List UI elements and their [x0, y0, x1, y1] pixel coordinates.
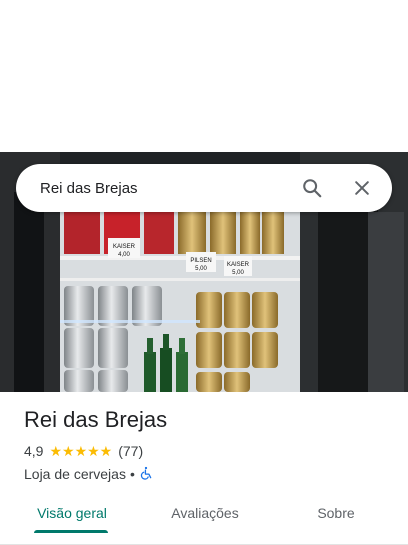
place-title: Rei das Brejas: [24, 407, 168, 432]
rating-value: 4,9: [24, 443, 44, 459]
price-tag-text: 5,00: [232, 270, 244, 276]
price-tag-text: 4,00: [118, 252, 130, 258]
separator-dot: •: [129, 466, 135, 482]
price-tag-text: KAISER: [113, 244, 136, 250]
place-info: Rei das Brejas 4,9 ★★★★★ (77) Loja de ce…: [24, 406, 394, 483]
star-rating: ★★★★★: [49, 442, 113, 459]
search-icon[interactable]: [300, 176, 324, 200]
tab-about[interactable]: Sobre: [310, 498, 362, 528]
search-bar[interactable]: Rei das Brejas: [16, 164, 392, 212]
price-tag-text: 5,00: [195, 266, 207, 272]
review-count[interactable]: (77): [118, 443, 143, 459]
price-tag-text: PILSEN: [190, 258, 211, 264]
search-input[interactable]: Rei das Brejas: [16, 180, 300, 197]
rating-row[interactable]: 4,9 ★★★★★ (77): [24, 442, 394, 460]
close-icon[interactable]: [350, 176, 374, 200]
price-tag-text: KAISER: [227, 262, 250, 268]
tab-overview[interactable]: Visão geral: [34, 498, 110, 528]
wheelchair-icon: [139, 466, 153, 483]
place-tabs: Visão geral Avaliações Sobre: [0, 498, 408, 545]
tab-reviews[interactable]: Avaliações: [160, 498, 250, 528]
category-row: Loja de cervejas •: [24, 465, 394, 483]
active-tab-indicator: [34, 530, 108, 533]
place-category[interactable]: Loja de cervejas: [24, 466, 126, 482]
